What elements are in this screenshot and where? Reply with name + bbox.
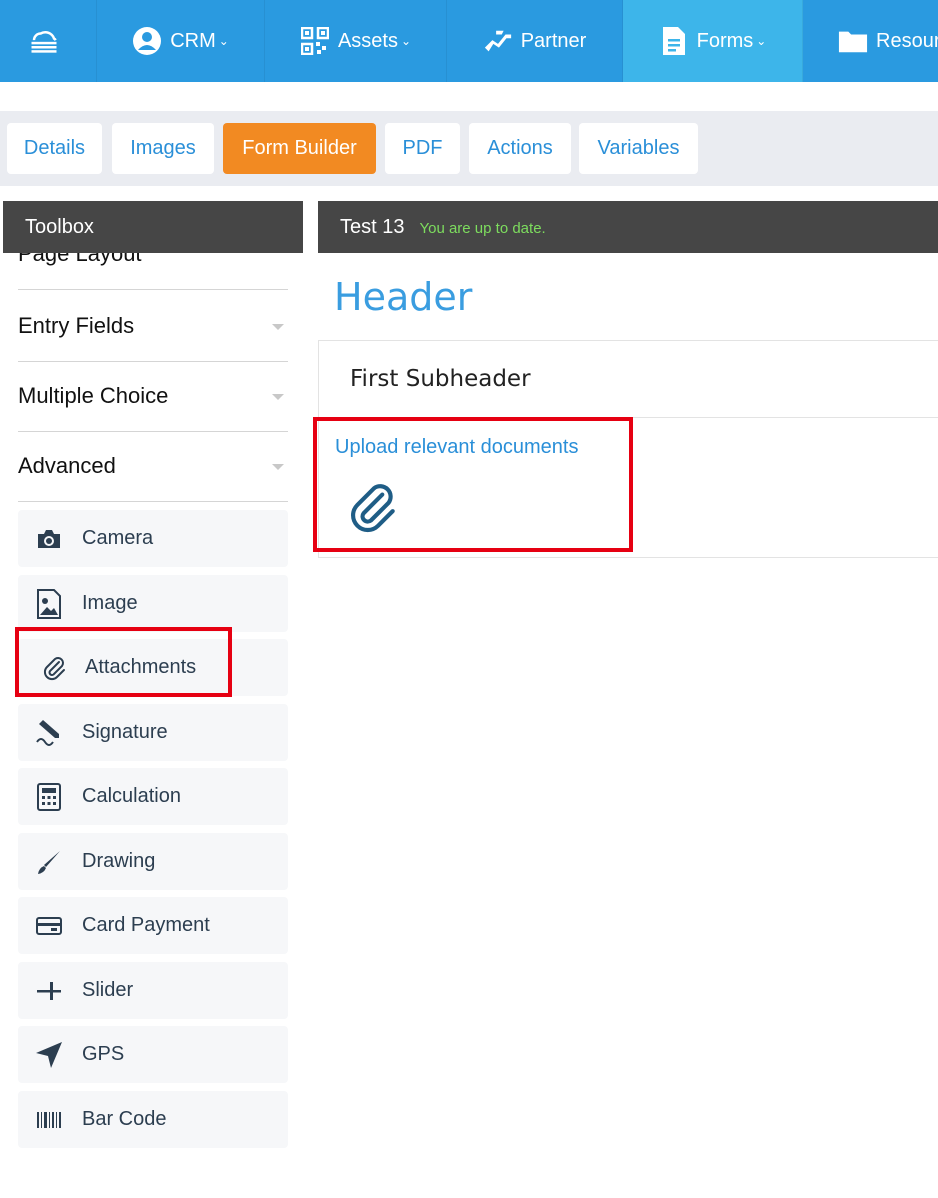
form-header-text[interactable]: Header (334, 275, 472, 319)
tool-gps[interactable]: GPS (18, 1026, 288, 1083)
nav-resources-label: Resour (876, 29, 938, 52)
section-advanced[interactable]: Advanced (18, 431, 288, 502)
tool-label: Attachments (85, 656, 197, 678)
tool-camera[interactable]: Camera (18, 510, 288, 567)
section-multiple-choice[interactable]: Multiple Choice (18, 361, 288, 432)
nav-partner[interactable]: Partner (447, 0, 623, 82)
save-status: You are up to date. (419, 220, 546, 237)
tool-label: Slider (82, 979, 134, 1001)
calculator-icon (32, 780, 66, 814)
form-title: Test 13 (340, 215, 405, 238)
nav-crm-label: CRM (170, 29, 216, 52)
nav-assets[interactable]: Assets ⌄ (265, 0, 447, 82)
caret-down-icon (272, 394, 284, 400)
brush-icon (32, 845, 66, 879)
tool-signature[interactable]: Signature (18, 704, 288, 761)
tab-images[interactable]: Images (112, 123, 214, 174)
chevron-down-icon: ⌄ (400, 34, 412, 48)
tool-attachments[interactable]: Attachments (18, 639, 288, 696)
tool-label: Calculation (82, 785, 181, 807)
nav-assets-label: Assets (337, 29, 398, 52)
tool-label: Image (82, 592, 138, 614)
location-arrow-icon (32, 1038, 66, 1072)
tool-drawing[interactable]: Drawing (18, 833, 288, 890)
tool-label: Camera (82, 527, 154, 549)
tool-slider[interactable]: Slider (18, 962, 288, 1019)
handshake-icon (483, 26, 513, 56)
tool-image[interactable]: Image (18, 575, 288, 632)
document-icon (659, 26, 689, 56)
qr-code-icon (300, 26, 330, 56)
camera-icon (32, 522, 66, 556)
section-label: Multiple Choice (18, 383, 169, 408)
nav-resources[interactable]: Resour (803, 0, 938, 82)
tab-actions[interactable]: Actions (469, 123, 571, 174)
nav-forms[interactable]: Forms ⌄ (623, 0, 803, 82)
tool-card-payment[interactable]: Card Payment (18, 897, 288, 954)
chevron-down-icon: ⌄ (756, 34, 767, 48)
toolbox-title: Toolbox (3, 201, 303, 253)
barcode-icon (32, 1103, 66, 1137)
tab-details[interactable]: Details (7, 123, 102, 174)
caret-down-icon (272, 324, 284, 330)
tab-bar: Details Images Form Builder PDF Actions … (0, 111, 938, 186)
credit-card-icon (32, 909, 66, 943)
tool-label: Card Payment (82, 914, 210, 936)
section-label: Entry Fields (18, 313, 135, 338)
tool-calculation[interactable]: Calculation (18, 768, 288, 825)
attachment-field-label: Upload relevant documents (335, 436, 579, 458)
slider-icon (32, 974, 66, 1008)
nav-partner-label: Partner (520, 29, 587, 52)
tool-label: Signature (82, 721, 168, 743)
tool-bar-code[interactable]: Bar Code (18, 1091, 288, 1148)
subheader-text: First Subheader (350, 366, 531, 392)
form-canvas-header: Test 13 You are up to date. (318, 201, 938, 253)
nav-home[interactable] (0, 0, 97, 82)
section-label: Page Layout (18, 253, 142, 266)
tab-form-builder[interactable]: Form Builder (223, 123, 376, 174)
subheader-field[interactable]: First Subheader (318, 340, 938, 418)
top-navigation: CRM ⌄ Assets ⌄ Partner Forms ⌄ Resour (0, 0, 938, 82)
signature-icon (32, 716, 66, 750)
paperclip-icon (38, 651, 72, 685)
toolbox-panel: Page Layout Entry Fields Multiple Choice… (3, 253, 303, 1198)
caret-down-icon (272, 464, 284, 470)
nav-crm[interactable]: CRM ⌄ (97, 0, 265, 82)
folder-icon (838, 26, 868, 56)
image-icon (32, 587, 66, 621)
section-page-layout[interactable]: Page Layout (18, 253, 288, 290)
tool-label: GPS (82, 1043, 125, 1065)
section-entry-fields[interactable]: Entry Fields (18, 291, 288, 362)
chevron-down-icon: ⌄ (218, 34, 229, 48)
nav-forms-label: Forms (696, 29, 754, 52)
tab-pdf[interactable]: PDF (385, 123, 460, 174)
tool-label: Drawing (82, 850, 156, 872)
tab-variables[interactable]: Variables (579, 123, 698, 174)
paperclip-icon[interactable] (347, 480, 401, 534)
user-circle-icon (132, 26, 162, 56)
tool-label: Bar Code (82, 1108, 167, 1130)
cloud-menu-icon (29, 26, 59, 56)
section-label: Advanced (18, 453, 116, 478)
